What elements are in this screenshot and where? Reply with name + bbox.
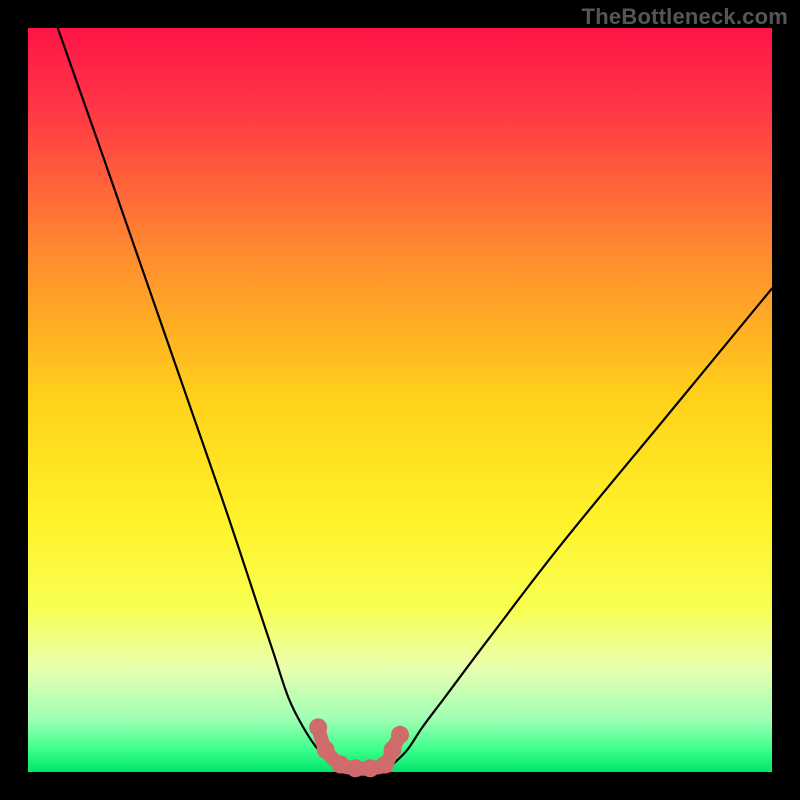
valley-marker [391,726,409,744]
plot-background [28,28,772,772]
chart-frame: { "watermark": "TheBottleneck.com", "cha… [0,0,800,800]
bottleneck-chart [0,0,800,800]
valley-marker [317,741,335,759]
valley-marker [309,718,327,736]
